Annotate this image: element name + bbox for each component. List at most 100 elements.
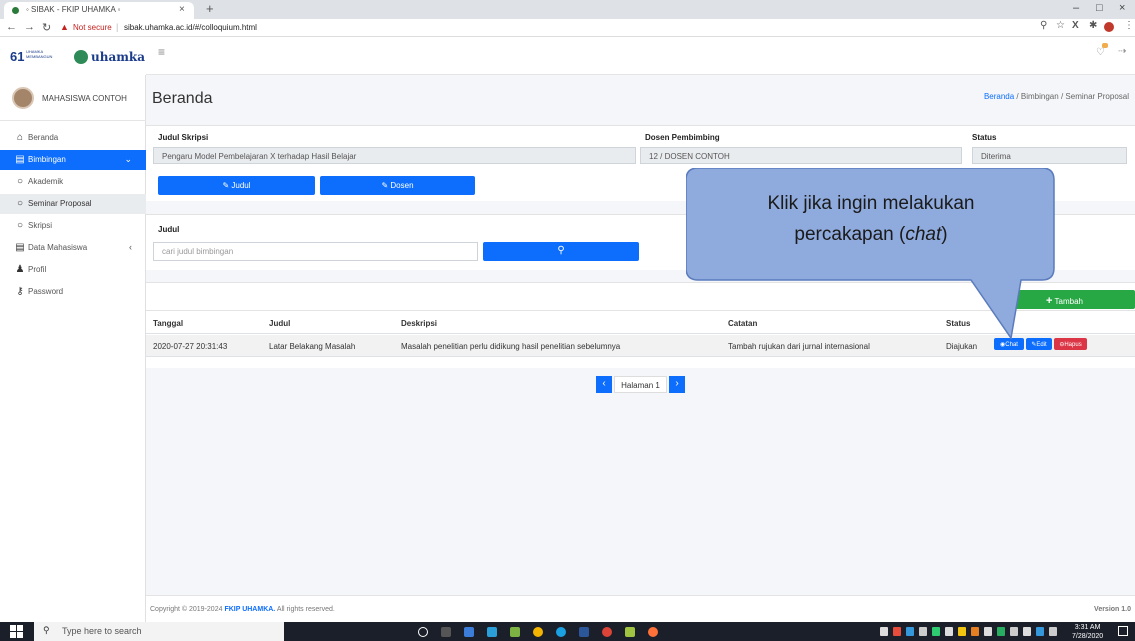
volume-icon[interactable]	[1010, 627, 1018, 636]
user-panel[interactable]: MAHASISWA CONTOH	[0, 75, 146, 121]
chevron-down-icon: ⌄	[124, 154, 132, 164]
edge-icon[interactable]	[556, 627, 566, 637]
browser-tab-bar: ◦ SIBAK - FKIP UHAMKA ◦ × + – □ ×	[0, 0, 1135, 19]
tray-icon[interactable]	[971, 627, 979, 636]
copyright-org-link[interactable]: FKIP UHAMKA.	[224, 606, 275, 613]
tray-icon[interactable]	[1049, 627, 1057, 636]
search-button[interactable]: ⚲	[483, 242, 639, 261]
delete-button[interactable]: ⊖Hapus	[1054, 338, 1087, 350]
page-indicator: Halaman 1	[614, 376, 667, 393]
sidebar-item-profil[interactable]: ♟ Profil	[0, 260, 146, 280]
callout-line-1: Klik jika ingin melakukan	[767, 193, 975, 214]
tray-icon[interactable]	[945, 627, 953, 636]
task-view-icon[interactable]	[441, 627, 451, 637]
button-label: Judul	[231, 181, 251, 190]
tray-icon[interactable]	[984, 627, 992, 636]
chat-callout: Klik jika ingin melakukan percakapan (ch…	[686, 168, 1056, 340]
tab-close-icon[interactable]: ×	[179, 4, 185, 15]
next-page-button[interactable]: ›	[669, 376, 685, 393]
network-icon[interactable]	[1023, 627, 1031, 636]
minimize-icon[interactable]: –	[1073, 2, 1079, 14]
warning-icon: ▲	[60, 22, 69, 32]
user-name: MAHASISWA CONTOH	[42, 94, 127, 103]
tray-icon[interactable]	[919, 627, 927, 636]
extension-x-icon[interactable]: X	[1072, 20, 1079, 31]
col-deskripsi: Deskripsi	[401, 319, 438, 328]
sidebar-item-akademik[interactable]: ○ Akademik	[0, 172, 146, 192]
windows-start-icon[interactable]	[10, 625, 23, 638]
url-field[interactable]: ▲ Not secure | sibak.uhamka.ac.id/#/coll…	[60, 21, 1090, 35]
profile-avatar-icon[interactable]	[1104, 22, 1114, 32]
extensions-puzzle-icon[interactable]: ✱	[1089, 20, 1097, 31]
window-close-icon[interactable]: ×	[1119, 2, 1125, 14]
search-icon: ⚲	[557, 245, 565, 256]
tray-icon[interactable]	[932, 627, 940, 636]
sidebar-item-skripsi[interactable]: ○ Skripsi	[0, 216, 146, 236]
breadcrumb-separator: /	[1016, 92, 1019, 101]
word-icon[interactable]	[579, 627, 589, 637]
mail-icon[interactable]	[487, 627, 497, 637]
browser-tab[interactable]: ◦ SIBAK - FKIP UHAMKA ◦ ×	[4, 2, 194, 19]
tray-icon[interactable]	[1036, 627, 1044, 636]
search-icon: ⚲	[43, 625, 50, 635]
status-label: Status	[972, 133, 997, 142]
copyright-text: Copyright © 2019-2024 FKIP UHAMKA. All r…	[150, 606, 335, 613]
sidebar-item-label: Skripsi	[28, 221, 53, 230]
chrome-icon[interactable]	[533, 627, 543, 637]
footer: Copyright © 2019-2024 FKIP UHAMKA. All r…	[146, 595, 1135, 622]
tray-icon[interactable]	[880, 627, 888, 636]
logout-icon[interactable]: ⇢	[1118, 46, 1126, 57]
edit-dosen-button[interactable]: ✎ Dosen	[320, 176, 475, 195]
maximize-icon[interactable]: □	[1096, 2, 1103, 14]
chrome-active-icon[interactable]	[602, 627, 612, 637]
tray-icon[interactable]	[893, 627, 901, 636]
zoom-icon[interactable]: ⚲	[1040, 20, 1047, 31]
uhamka-logo-text: uhamka	[91, 50, 146, 64]
sidebar-item-label: Password	[28, 287, 64, 296]
taskbar-search-input[interactable]: ⚲ Type here to search	[34, 622, 284, 641]
firefox-icon[interactable]	[648, 627, 658, 637]
sidebar-item-beranda[interactable]: ⌂ Beranda	[0, 128, 146, 148]
button-label: Dosen	[390, 181, 414, 190]
uhamka-badge: UHAMKA MEMBANGUN	[26, 49, 53, 59]
copyright-suffix: All rights reserved.	[276, 606, 335, 613]
prev-page-button[interactable]: ‹	[596, 376, 612, 393]
favicon-icon	[12, 7, 19, 14]
url-text: sibak.uhamka.ac.id/#/colloquium.html	[124, 23, 257, 32]
breadcrumb-beranda[interactable]: Beranda	[984, 92, 1014, 101]
address-bar: ← → ↻ ▲ Not secure | sibak.uhamka.ac.id/…	[0, 19, 1135, 37]
browser-menu-icon[interactable]: ⋮	[1124, 20, 1134, 31]
breadcrumb-bimbingan[interactable]: Bimbingan	[1021, 92, 1059, 101]
hamburger-menu-icon[interactable]: ≡	[158, 45, 165, 59]
sidebar-item-password[interactable]: ⚷ Password	[0, 282, 146, 302]
tray-icon[interactable]	[958, 627, 966, 636]
sidebar-item-data-mahasiswa[interactable]: ▤ Data Mahasiswa ‹	[0, 238, 146, 258]
status-field: Diterima	[972, 147, 1127, 164]
clock-time: 3:31 AM	[1074, 624, 1101, 631]
app-2-icon[interactable]	[625, 627, 635, 637]
tray-icon[interactable]	[997, 627, 1005, 636]
action-center-icon[interactable]	[1118, 626, 1128, 636]
search-judul-label: Judul	[158, 225, 180, 234]
sidebar-item-bimbingan[interactable]: ▤ Bimbingan ⌄	[0, 150, 146, 170]
edit-judul-button[interactable]: ✎ Judul	[158, 176, 315, 195]
notification-bell-icon[interactable]: ♡	[1096, 47, 1105, 58]
sidebar-item-label: Beranda	[28, 133, 59, 142]
forward-icon[interactable]: →	[24, 21, 35, 33]
store-icon[interactable]	[464, 627, 474, 637]
reload-icon[interactable]: ↻	[42, 21, 51, 34]
col-judul: Judul	[269, 319, 291, 328]
search-input[interactable]: cari judul bimbingan	[153, 242, 478, 261]
taskbar-clock[interactable]: 3:31 AM 7/28/2020	[1072, 623, 1103, 641]
sidebar-item-seminar-proposal[interactable]: ○ Seminar Proposal	[0, 194, 146, 214]
breadcrumb-current: Seminar Proposal	[1065, 92, 1129, 101]
tab-title: ◦ SIBAK - FKIP UHAMKA ◦	[26, 5, 121, 14]
tray-icon[interactable]	[906, 627, 914, 636]
cortana-icon[interactable]	[418, 627, 428, 637]
bookmark-star-icon[interactable]: ☆	[1056, 20, 1065, 31]
back-icon[interactable]: ←	[6, 21, 17, 33]
uhamka-emblem-icon	[74, 50, 88, 64]
new-tab-button[interactable]: +	[206, 1, 214, 16]
cell-deskripsi: Masalah penelitian perlu didikung hasil …	[401, 342, 621, 351]
app-icon[interactable]	[510, 627, 520, 637]
